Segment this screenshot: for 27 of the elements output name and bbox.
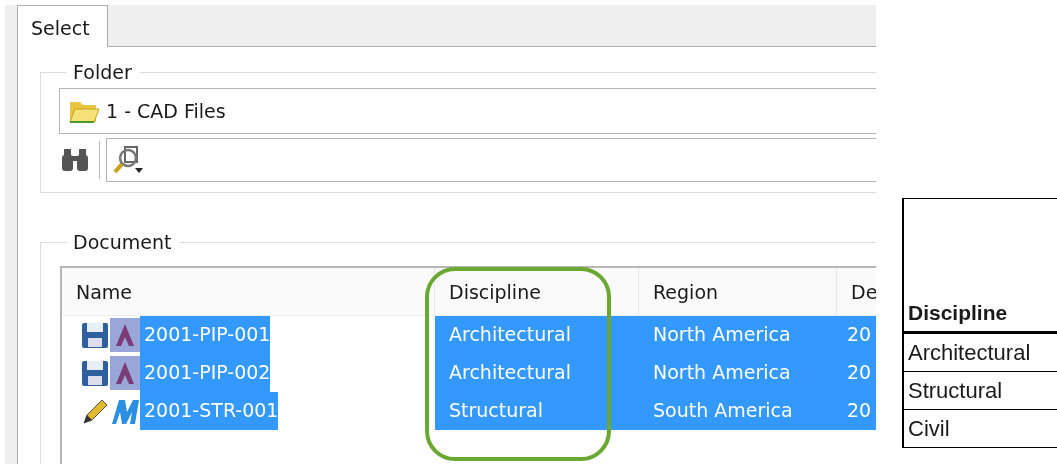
- table-cell: Structural: [904, 372, 1057, 410]
- search-icon: [111, 143, 145, 176]
- folder-name: 1 - CAD Files: [106, 98, 226, 124]
- table-cell: Architectural: [435, 315, 639, 354]
- letter-a-icon: [110, 317, 140, 352]
- table-cell: Architectural: [435, 353, 639, 392]
- group-label: Folder: [72, 61, 133, 84]
- table-cell: Architectural: [904, 334, 1057, 372]
- table-cell: 20: [837, 315, 876, 354]
- column-header[interactable]: Region: [639, 267, 837, 315]
- column-header: Discipline: [904, 199, 1057, 334]
- folder-field[interactable]: 1 - CAD Files: [59, 87, 876, 134]
- letter-a-icon: [110, 355, 140, 390]
- column-header[interactable]: De: [837, 267, 876, 315]
- table-cell: North America: [639, 353, 837, 392]
- table-cell: Structural: [435, 391, 639, 430]
- search-field[interactable]: [106, 137, 876, 182]
- binoculars-icon: [59, 146, 91, 173]
- group-label: Document: [72, 230, 173, 254]
- column-header[interactable]: Name: [62, 267, 435, 315]
- column-header[interactable]: Discipline: [435, 267, 639, 315]
- table-cell: North America: [639, 315, 837, 354]
- tab[interactable]: Select: [17, 5, 108, 47]
- table-cell: Civil: [904, 410, 1057, 448]
- table-cell: South America: [639, 391, 837, 430]
- table-cell: 20: [837, 391, 876, 430]
- table-cell: 20: [837, 353, 876, 392]
